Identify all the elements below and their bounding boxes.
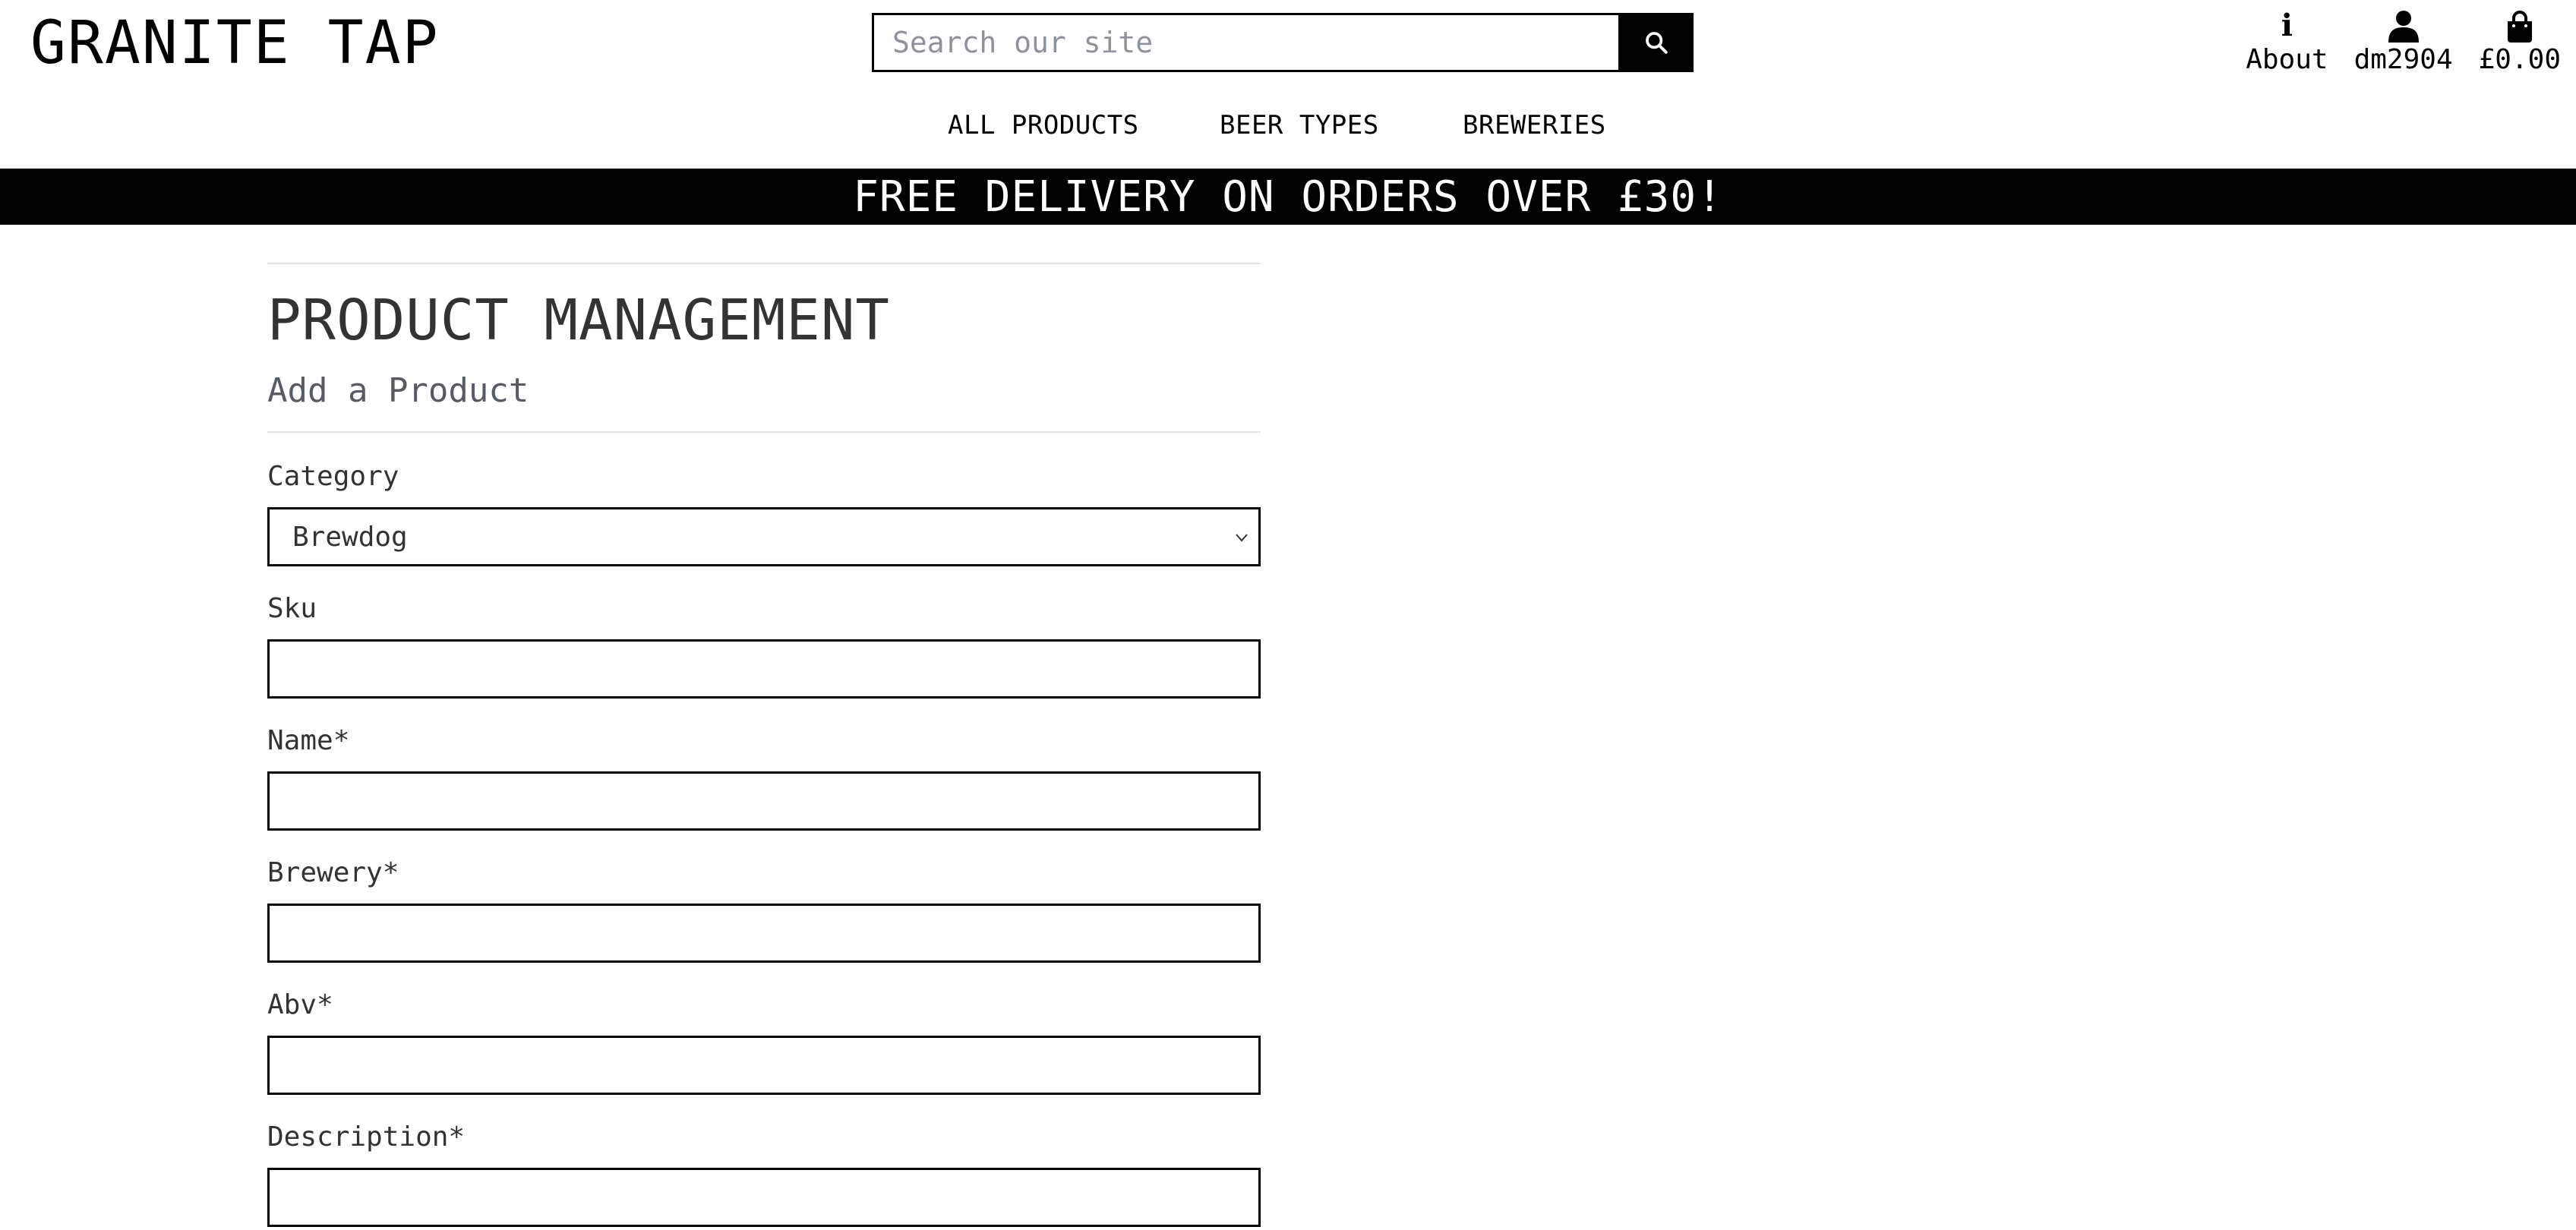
- page-subtitle: Add a Product: [267, 371, 529, 410]
- search-button[interactable]: [1618, 13, 1694, 72]
- abv-label: Abv*: [267, 989, 333, 1020]
- name-label: Name*: [267, 725, 350, 756]
- account-label: dm2904: [2353, 44, 2453, 75]
- nav-beer-types[interactable]: BEER TYPES: [1220, 106, 1379, 144]
- search-icon: [1645, 32, 1668, 54]
- bag-total-label: £0.00: [2478, 44, 2561, 75]
- nav-all-products[interactable]: ALL PRODUCTS: [948, 106, 1139, 144]
- shopping-bag-icon: [2506, 6, 2533, 43]
- sku-input[interactable]: [267, 639, 1261, 699]
- delivery-banner-text: FREE DELIVERY ON ORDERS OVER £30!: [853, 172, 1723, 222]
- chevron-down-icon: [1236, 534, 1248, 542]
- category-group: Category Brewdog: [267, 460, 1261, 566]
- description-label: Description*: [267, 1121, 466, 1153]
- delivery-banner: FREE DELIVERY ON ORDERS OVER £30!: [0, 169, 2576, 225]
- shopping-bag-link[interactable]: £0.00: [2479, 6, 2561, 77]
- header-account-links: i About dm2904 £0.00: [2246, 6, 2561, 77]
- brand-logo-link[interactable]: GRANITE TAP: [30, 9, 440, 77]
- account-link[interactable]: dm2904: [2354, 6, 2453, 77]
- name-group: Name*: [267, 724, 1261, 831]
- category-selected-value: Brewdog: [292, 521, 408, 553]
- abv-group: Abv*: [267, 989, 1261, 1095]
- page-title: PRODUCT MANAGEMENT: [267, 288, 890, 353]
- category-label: Category: [267, 461, 399, 492]
- sku-group: Sku: [267, 592, 1261, 699]
- user-icon: [2388, 6, 2419, 43]
- name-input[interactable]: [267, 771, 1261, 831]
- about-link[interactable]: i About: [2246, 6, 2328, 77]
- description-group: Description*: [267, 1121, 1261, 1230]
- category-select[interactable]: Brewdog: [267, 507, 1261, 566]
- about-label: About: [2246, 44, 2328, 75]
- info-icon: i: [2281, 8, 2293, 43]
- description-textarea[interactable]: [267, 1168, 1261, 1227]
- divider: [267, 431, 1261, 433]
- divider: [267, 263, 1261, 264]
- add-product-form: Category Brewdog Sku Name* Brewery* Abv*: [267, 460, 1261, 1230]
- brewery-label: Brewery*: [267, 857, 399, 888]
- sku-label: Sku: [267, 593, 317, 624]
- nav-breweries[interactable]: BREWERIES: [1463, 106, 1606, 144]
- brewery-group: Brewery*: [267, 856, 1261, 963]
- site-header: GRANITE TAP i About dm2904: [0, 0, 2576, 169]
- search-input[interactable]: [872, 13, 1618, 72]
- search-form: [872, 13, 1694, 72]
- product-management-content: PRODUCT MANAGEMENT Add a Product Categor…: [267, 225, 1261, 1230]
- abv-input[interactable]: [267, 1036, 1261, 1095]
- brewery-input[interactable]: [267, 904, 1261, 963]
